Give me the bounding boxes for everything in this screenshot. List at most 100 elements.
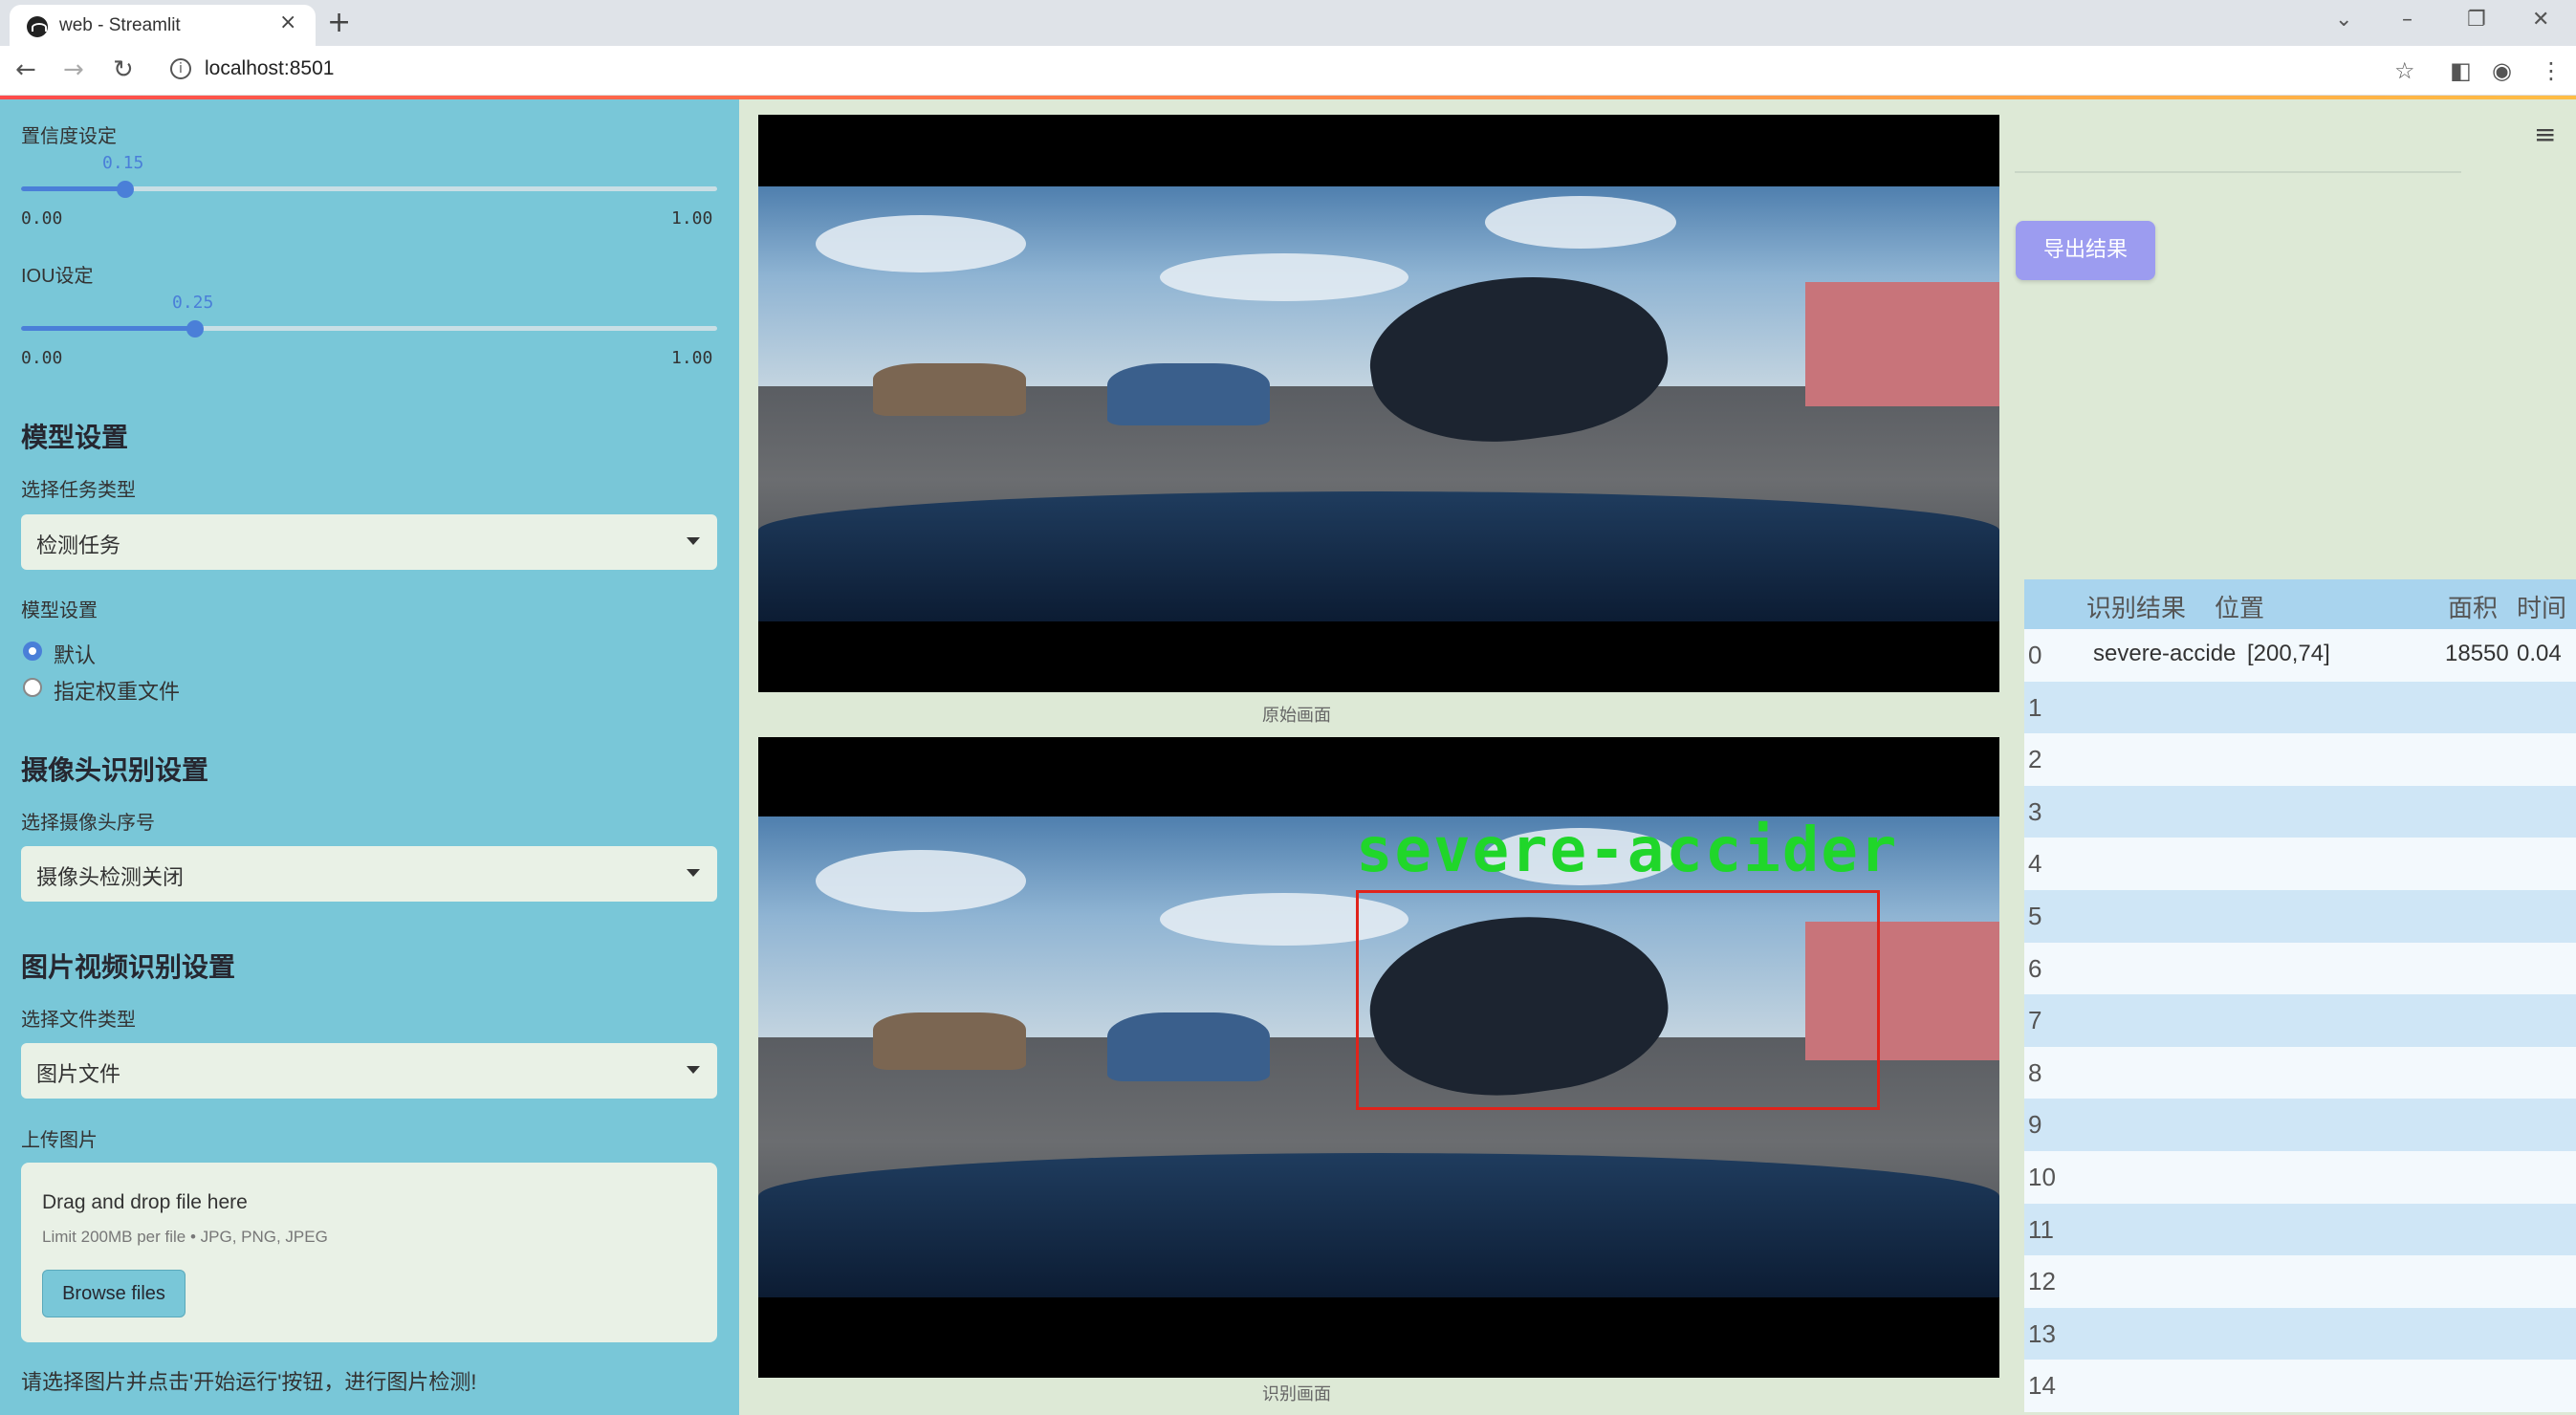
table-row[interactable]: 12: [2024, 1255, 2576, 1308]
table-header-index: [2024, 579, 2075, 629]
row-index: 10: [2028, 1163, 2056, 1191]
confidence-min: 0.00: [21, 208, 63, 229]
browser-tab-bar: web - Streamlit × + ⌄ – ❐ ✕: [0, 0, 2576, 46]
table-row[interactable]: 11: [2024, 1203, 2576, 1256]
detection-bounding-box: [1356, 890, 1880, 1110]
chevron-down-icon: [687, 537, 700, 545]
table-header-result[interactable]: 识别结果: [2075, 579, 2203, 629]
result-caption: 识别画面: [1262, 1384, 1331, 1404]
task-type-select[interactable]: 检测任务: [21, 514, 717, 570]
tab-list-icon[interactable]: ⌄: [2335, 8, 2352, 32]
table-row[interactable]: 5: [2024, 890, 2576, 943]
reload-icon[interactable]: ↻: [113, 55, 134, 84]
browser-menu-icon[interactable]: ⋮: [2540, 57, 2563, 84]
row-index: 5: [2028, 902, 2042, 930]
confidence-label: 置信度设定: [21, 126, 117, 147]
iou-slider-thumb[interactable]: [186, 320, 204, 337]
new-tab-icon[interactable]: +: [327, 6, 351, 39]
browse-files-button[interactable]: Browse files: [42, 1270, 186, 1317]
original-image: [758, 115, 1999, 692]
drop-text: Drag and drop file here: [42, 1191, 248, 1213]
confidence-value: 0.15: [102, 153, 144, 173]
streamlit-favicon-icon: [27, 16, 48, 37]
road-scene: [758, 186, 1999, 621]
table-row[interactable]: 10: [2024, 1151, 2576, 1204]
iou-slider-fill: [21, 326, 195, 331]
row-index: 0: [2028, 641, 2042, 669]
table-row[interactable]: 9: [2024, 1099, 2576, 1151]
chevron-down-icon: [687, 1066, 700, 1074]
original-caption: 原始画面: [1262, 706, 1331, 725]
file-type-label: 选择文件类型: [21, 1010, 136, 1031]
table-row[interactable]: 2: [2024, 733, 2576, 786]
browser-tab[interactable]: web - Streamlit ×: [10, 5, 316, 46]
url-text[interactable]: localhost:8501: [205, 57, 334, 80]
table-row[interactable]: 0 severe-accide [200,74] 18550 0.04: [2024, 629, 2576, 682]
radio-custom-weights-label[interactable]: 指定权重文件: [54, 675, 180, 706]
table-row[interactable]: 4: [2024, 838, 2576, 890]
tab-close-icon[interactable]: ×: [279, 11, 296, 34]
file-uploader-dropzone[interactable]: Drag and drop file here Limit 200MB per …: [21, 1163, 717, 1342]
row-index: 3: [2028, 796, 2042, 826]
file-type-select[interactable]: 图片文件: [21, 1043, 717, 1099]
sidebar: 置信度设定 0.15 0.00 1.00 IOU设定 0.25 0.00 1.0…: [0, 99, 739, 1415]
table-header-area[interactable]: 面积: [2442, 579, 2511, 629]
confidence-max: 1.00: [671, 208, 713, 229]
iou-min: 0.00: [21, 348, 63, 368]
instruction-hint: 请选择图片并点击'开始运行'按钮，进行图片检测!: [21, 1370, 477, 1394]
results-table: 识别结果 位置 面积 时间 0 severe-accide [200,74] 1855…: [2024, 579, 2576, 1415]
row-index: 13: [2028, 1318, 2056, 1348]
table-row[interactable]: 6: [2024, 942, 2576, 995]
profile-avatar-icon[interactable]: ◉: [2492, 57, 2512, 84]
upload-label: 上传图片: [21, 1130, 98, 1151]
cell-area: 18550: [2445, 641, 2509, 666]
model-setting-label: 模型设置: [21, 600, 98, 621]
table-row[interactable]: 8: [2024, 1046, 2576, 1099]
camera-index-label: 选择摄像头序号: [21, 813, 155, 834]
hamburger-menu-icon[interactable]: ≡: [2534, 119, 2556, 150]
table-row[interactable]: 1: [2024, 681, 2576, 734]
radio-custom-weights[interactable]: [23, 678, 42, 697]
confidence-slider-thumb[interactable]: [117, 181, 134, 198]
radio-default-label[interactable]: 默认: [54, 639, 96, 669]
table-header-position[interactable]: 位置: [2203, 579, 2442, 629]
cell-result: severe-accide: [2093, 641, 2237, 666]
table-header-time[interactable]: 时间: [2511, 579, 2576, 629]
export-results-button[interactable]: 导出结果: [2016, 221, 2155, 280]
window-close-icon[interactable]: ✕: [2532, 8, 2549, 32]
row-index: 4: [2028, 849, 2042, 879]
file-section-title: 图片视频识别设置: [21, 952, 236, 982]
camera-select[interactable]: 摄像头检测关闭: [21, 846, 717, 902]
detection-image: severe-accider: [758, 737, 1999, 1378]
detection-label: severe-accider: [1356, 816, 1899, 886]
table-row[interactable]: 7: [2024, 994, 2576, 1047]
file-type-value: 图片文件: [36, 1062, 121, 1086]
table-row[interactable]: 3: [2024, 785, 2576, 838]
row-index: 1: [2028, 692, 2042, 722]
minimize-icon[interactable]: –: [2402, 8, 2412, 32]
row-index: 11: [2028, 1214, 2054, 1244]
row-index: 8: [2028, 1057, 2042, 1087]
upload-limit-text: Limit 200MB per file • JPG, PNG, JPEG: [42, 1228, 328, 1246]
task-type-value: 检测任务: [36, 533, 121, 557]
row-index: 7: [2028, 1006, 2042, 1035]
camera-select-value: 摄像头检测关闭: [36, 865, 185, 889]
bookmark-star-icon[interactable]: ☆: [2394, 57, 2415, 84]
row-index: 2: [2028, 745, 2042, 774]
back-icon[interactable]: ←: [15, 55, 36, 84]
side-panel-icon[interactable]: ◧: [2450, 57, 2472, 84]
cell-position: [200,74]: [2247, 641, 2330, 666]
row-index: 9: [2028, 1110, 2042, 1140]
restore-icon[interactable]: ❐: [2467, 8, 2486, 32]
divider: [2015, 171, 2461, 173]
site-info-icon[interactable]: i: [170, 58, 191, 79]
table-row[interactable]: 14: [2024, 1360, 2576, 1412]
confidence-slider-fill: [21, 186, 126, 191]
row-index: 6: [2028, 953, 2042, 983]
table-row[interactable]: 13: [2024, 1307, 2576, 1361]
radio-default[interactable]: [23, 642, 42, 661]
row-index: 12: [2028, 1267, 2056, 1296]
iou-slider[interactable]: [21, 326, 717, 331]
chevron-down-icon: [687, 869, 700, 877]
forward-icon[interactable]: →: [63, 55, 84, 84]
